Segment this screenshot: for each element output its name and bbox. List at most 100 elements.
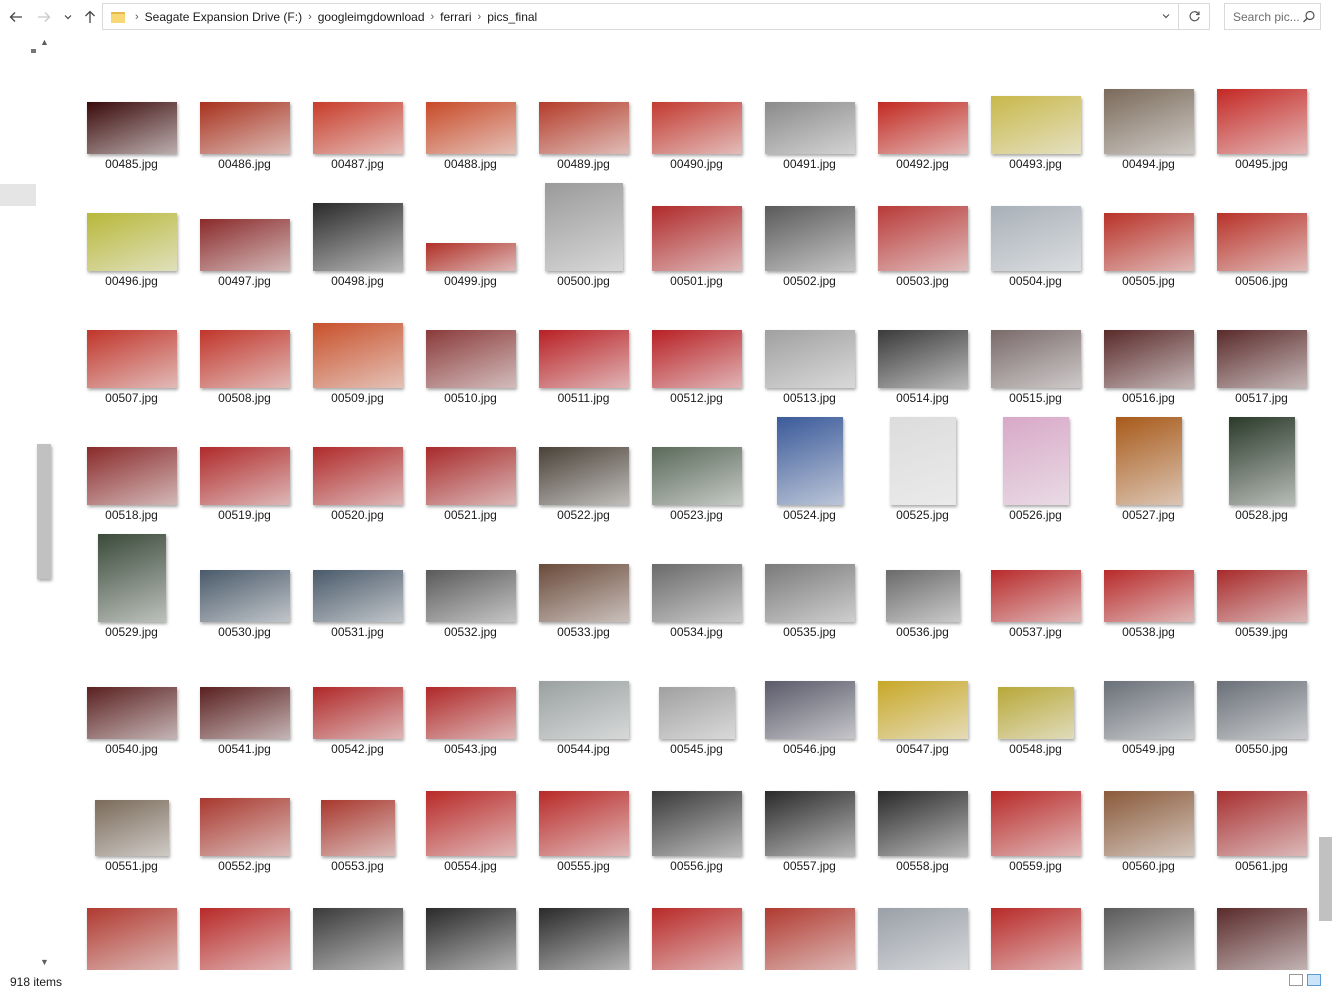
scroll-down-icon[interactable]: ▼ bbox=[40, 958, 49, 967]
file-item[interactable]: 00571.jpg bbox=[1092, 873, 1205, 970]
file-thumbnail[interactable] bbox=[312, 323, 403, 388]
file-item[interactable]: 00562.jpg bbox=[75, 873, 188, 970]
file-thumbnail[interactable] bbox=[990, 570, 1081, 622]
breadcrumb-separator[interactable]: › bbox=[308, 11, 312, 23]
file-name[interactable]: 00540.jpg bbox=[75, 742, 188, 756]
navigation-pane-scrollbar-thumb[interactable] bbox=[37, 444, 51, 579]
file-item[interactable]: 00510.jpg bbox=[414, 288, 527, 405]
file-name[interactable]: 00560.jpg bbox=[1092, 859, 1205, 873]
address-dropdown-icon[interactable] bbox=[1161, 10, 1171, 24]
file-item[interactable]: 00537.jpg bbox=[979, 522, 1092, 639]
file-thumbnail[interactable] bbox=[764, 908, 855, 970]
refresh-icon[interactable] bbox=[1178, 4, 1209, 29]
file-thumbnail[interactable] bbox=[990, 791, 1081, 856]
file-name[interactable]: 00555.jpg bbox=[527, 859, 640, 873]
file-item[interactable]: 00528.jpg bbox=[1205, 405, 1318, 522]
address-bar[interactable]: › Seagate Expansion Drive (F:) › googlei… bbox=[102, 3, 1210, 30]
content-scrollbar[interactable] bbox=[1318, 34, 1333, 970]
file-item[interactable]: 00530.jpg bbox=[188, 522, 301, 639]
file-thumbnail[interactable] bbox=[425, 243, 516, 271]
file-item[interactable]: 00516.jpg bbox=[1092, 288, 1205, 405]
file-name[interactable]: 00508.jpg bbox=[188, 391, 301, 405]
file-thumbnail[interactable] bbox=[1002, 417, 1069, 505]
file-name[interactable]: 00524.jpg bbox=[753, 508, 866, 522]
breadcrumb-googleimgdownload[interactable]: googleimgdownload bbox=[318, 10, 425, 24]
file-item[interactable]: 00496.jpg bbox=[75, 171, 188, 288]
file-item[interactable]: 00529.jpg bbox=[75, 522, 188, 639]
file-name[interactable]: 00522.jpg bbox=[527, 508, 640, 522]
file-item[interactable]: 00545.jpg bbox=[640, 639, 753, 756]
file-name[interactable]: 00488.jpg bbox=[414, 157, 527, 171]
file-thumbnail[interactable] bbox=[1103, 213, 1194, 271]
file-item[interactable]: 00495.jpg bbox=[1205, 54, 1318, 171]
file-item[interactable]: 00511.jpg bbox=[527, 288, 640, 405]
file-name[interactable]: 00556.jpg bbox=[640, 859, 753, 873]
file-thumbnail[interactable] bbox=[86, 908, 177, 970]
file-thumbnail[interactable] bbox=[877, 681, 968, 739]
file-name[interactable]: 00543.jpg bbox=[414, 742, 527, 756]
file-item[interactable]: 00497.jpg bbox=[188, 171, 301, 288]
file-name[interactable]: 00548.jpg bbox=[979, 742, 1092, 756]
file-item[interactable]: 00498.jpg bbox=[301, 171, 414, 288]
file-name[interactable]: 00493.jpg bbox=[979, 157, 1092, 171]
file-item[interactable]: 00531.jpg bbox=[301, 522, 414, 639]
file-thumbnail[interactable] bbox=[651, 791, 742, 856]
file-thumbnail[interactable] bbox=[764, 330, 855, 388]
search-icon[interactable] bbox=[1302, 10, 1316, 24]
file-thumbnail[interactable] bbox=[86, 447, 177, 505]
file-thumbnail[interactable] bbox=[199, 908, 290, 970]
file-name[interactable]: 00530.jpg bbox=[188, 625, 301, 639]
file-item[interactable]: 00548.jpg bbox=[979, 639, 1092, 756]
file-thumbnail[interactable] bbox=[990, 206, 1081, 271]
file-thumbnail[interactable] bbox=[312, 687, 403, 739]
file-thumbnail[interactable] bbox=[538, 447, 629, 505]
content-scrollbar-thumb[interactable] bbox=[1319, 837, 1332, 921]
file-thumbnail[interactable] bbox=[764, 564, 855, 622]
file-thumbnail[interactable] bbox=[86, 330, 177, 388]
file-thumbnail[interactable] bbox=[1103, 908, 1194, 970]
file-name[interactable]: 00510.jpg bbox=[414, 391, 527, 405]
file-thumbnail[interactable] bbox=[877, 102, 968, 154]
file-thumbnail[interactable] bbox=[199, 798, 290, 856]
file-item[interactable]: 00520.jpg bbox=[301, 405, 414, 522]
file-name[interactable]: 00503.jpg bbox=[866, 274, 979, 288]
file-name[interactable]: 00502.jpg bbox=[753, 274, 866, 288]
file-item[interactable]: 00499.jpg bbox=[414, 171, 527, 288]
file-item[interactable]: 00493.jpg bbox=[979, 54, 1092, 171]
file-item[interactable]: 00525.jpg bbox=[866, 405, 979, 522]
file-item[interactable]: 00505.jpg bbox=[1092, 171, 1205, 288]
file-thumbnail[interactable] bbox=[312, 908, 403, 970]
breadcrumb-ferrari[interactable]: ferrari bbox=[440, 10, 471, 24]
file-item[interactable]: 00507.jpg bbox=[75, 288, 188, 405]
file-name[interactable]: 00521.jpg bbox=[414, 508, 527, 522]
breadcrumb-separator[interactable]: › bbox=[135, 11, 139, 23]
file-item[interactable]: 00534.jpg bbox=[640, 522, 753, 639]
file-thumbnail[interactable] bbox=[776, 417, 843, 505]
file-name[interactable]: 00552.jpg bbox=[188, 859, 301, 873]
breadcrumb-pics-final[interactable]: pics_final bbox=[487, 10, 537, 24]
file-item[interactable]: 00565.jpg bbox=[414, 873, 527, 970]
file-thumbnail[interactable] bbox=[425, 908, 516, 970]
file-name[interactable]: 00533.jpg bbox=[527, 625, 640, 639]
file-name[interactable]: 00515.jpg bbox=[979, 391, 1092, 405]
file-thumbnail[interactable] bbox=[312, 447, 403, 505]
file-name[interactable]: 00559.jpg bbox=[979, 859, 1092, 873]
file-name[interactable]: 00509.jpg bbox=[301, 391, 414, 405]
file-name[interactable]: 00542.jpg bbox=[301, 742, 414, 756]
up-arrow-icon[interactable] bbox=[79, 6, 101, 28]
file-name[interactable]: 00520.jpg bbox=[301, 508, 414, 522]
file-thumbnail[interactable] bbox=[97, 534, 166, 622]
file-name[interactable]: 00545.jpg bbox=[640, 742, 753, 756]
file-item[interactable]: 00549.jpg bbox=[1092, 639, 1205, 756]
navigation-pane-scrollbar[interactable]: ▲ ▼ bbox=[36, 34, 52, 970]
file-item[interactable]: 00509.jpg bbox=[301, 288, 414, 405]
file-name[interactable]: 00518.jpg bbox=[75, 508, 188, 522]
file-name[interactable]: 00544.jpg bbox=[527, 742, 640, 756]
file-thumbnail[interactable] bbox=[312, 102, 403, 154]
file-item[interactable]: 00568.jpg bbox=[753, 873, 866, 970]
file-thumbnail[interactable] bbox=[1103, 330, 1194, 388]
file-item[interactable]: 00557.jpg bbox=[753, 756, 866, 873]
file-thumbnail[interactable] bbox=[1103, 89, 1194, 154]
file-name[interactable]: 00498.jpg bbox=[301, 274, 414, 288]
file-name[interactable]: 00504.jpg bbox=[979, 274, 1092, 288]
